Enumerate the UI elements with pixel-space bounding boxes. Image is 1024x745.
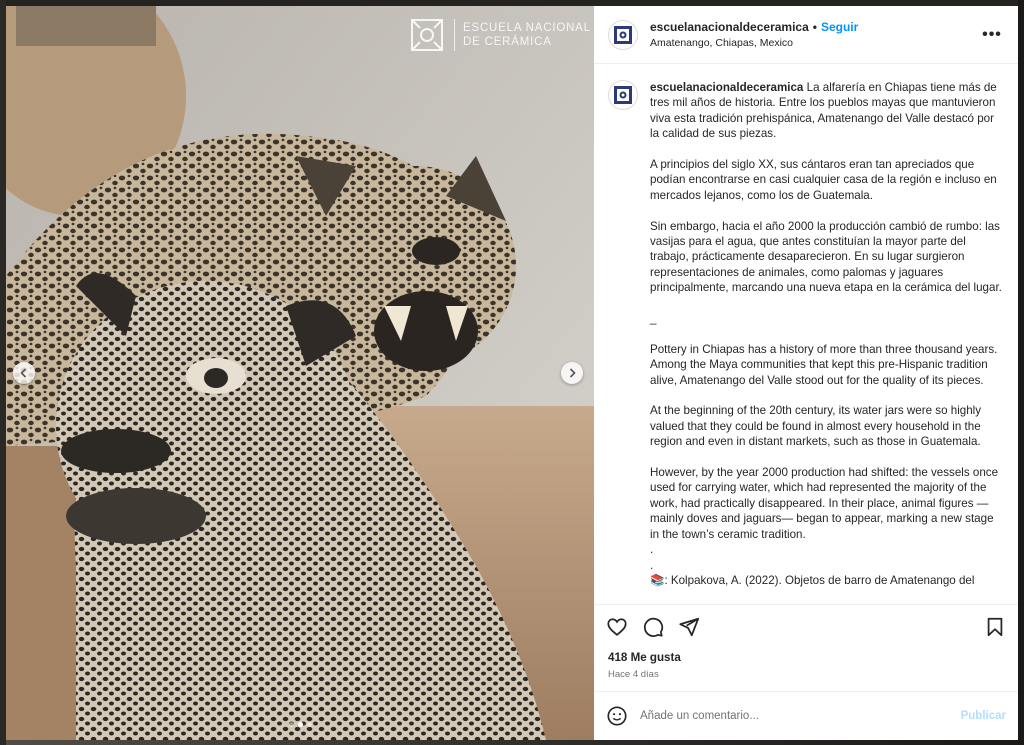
post-header-text: escuelanacionaldeceramica • Seguir Amate… [650,20,980,49]
books-icon: 📚 [650,573,665,587]
comment-icon[interactable] [642,616,664,638]
post-side-panel: escuelanacionaldeceramica • Seguir Amate… [594,6,1018,740]
separator-dot: • [812,20,817,34]
publish-button[interactable]: Publicar [961,710,1006,722]
like-count[interactable]: 418 Me gusta [594,649,1018,667]
watermark-line1: ESCUELA NACIONAL [463,22,591,34]
post-media: ESCUELA NACIONAL DE CERÁMICA [6,6,594,740]
post-modal: ESCUELA NACIONAL DE CERÁMICA escuelanaci… [6,6,1018,740]
post-actions [594,604,1018,649]
carousel-dot [306,722,312,727]
watermark-divider [454,19,455,51]
caption-dot: . [650,558,654,572]
more-icon: ••• [982,25,1002,43]
carousel-indicator [6,722,594,727]
caption-p5: At the beginning of the 20th century, it… [650,404,982,449]
backdrop-right [1018,0,1024,745]
caption-p4: Pottery in Chiapas has a history of more… [650,342,998,387]
caption-divider: _ [650,312,657,326]
chevron-right-icon [569,368,576,378]
bookmark-icon[interactable] [984,616,1006,638]
more-options-button[interactable]: ••• [980,26,1004,44]
caption-p2: A principios del siglo XX, sus cántaros … [650,158,997,202]
chevron-left-icon [20,368,27,378]
caption-text: escuelanacionaldeceramica La alfarería e… [650,80,1004,604]
username-link[interactable]: escuelanacionaldeceramica [650,20,809,34]
carousel-dot [288,722,294,727]
location-link[interactable]: Amatenango, Chiapas, Mexico [650,37,980,49]
post-header: escuelanacionaldeceramica • Seguir Amate… [594,6,1018,64]
caption-reference: 📚: Kolpakova, A. (2022). Objetos de barr… [650,573,1004,588]
emoji-icon[interactable] [606,705,628,727]
caption-p6: However, by the year 2000 production had… [650,466,999,541]
carousel-dot-active [297,722,303,727]
brand-watermark: ESCUELA NACIONAL DE CERÁMICA [408,16,591,54]
caption-username-link[interactable]: escuelanacionaldeceramica [650,81,803,94]
jaguar-sculptures-photo [6,6,594,740]
comment-bar: Añade un comentario... Publicar [594,691,1018,740]
heart-icon[interactable] [606,616,628,638]
caption-p3: Sin embargo, hacia el año 2000 la produc… [650,219,1002,295]
share-icon[interactable] [678,616,700,638]
brand-logo-icon [614,86,632,104]
brand-logo-icon [411,19,443,51]
avatar[interactable] [608,80,638,110]
previous-slide-button[interactable] [13,362,35,384]
post-header-top: escuelanacionaldeceramica • Seguir [650,20,980,34]
caption-reference-text: : Kolpakova, A. (2022). Objetos de barro… [664,573,975,587]
caption-dot: . [650,543,654,557]
avatar[interactable] [608,19,638,50]
comment-input[interactable]: Añade un comentario... [640,710,949,722]
next-slide-button[interactable] [561,362,583,384]
brand-logo-icon [614,25,632,44]
follow-button[interactable]: Seguir [821,20,858,34]
watermark-line2: DE CERÁMICA [463,36,552,48]
watermark-text: ESCUELA NACIONAL DE CERÁMICA [463,21,591,49]
caption-paragraph: escuelanacionaldeceramica La alfarería e… [650,80,1004,142]
caption-area[interactable]: escuelanacionaldeceramica La alfarería e… [594,64,1018,604]
post-timestamp[interactable]: Hace 4 días [594,667,1018,685]
